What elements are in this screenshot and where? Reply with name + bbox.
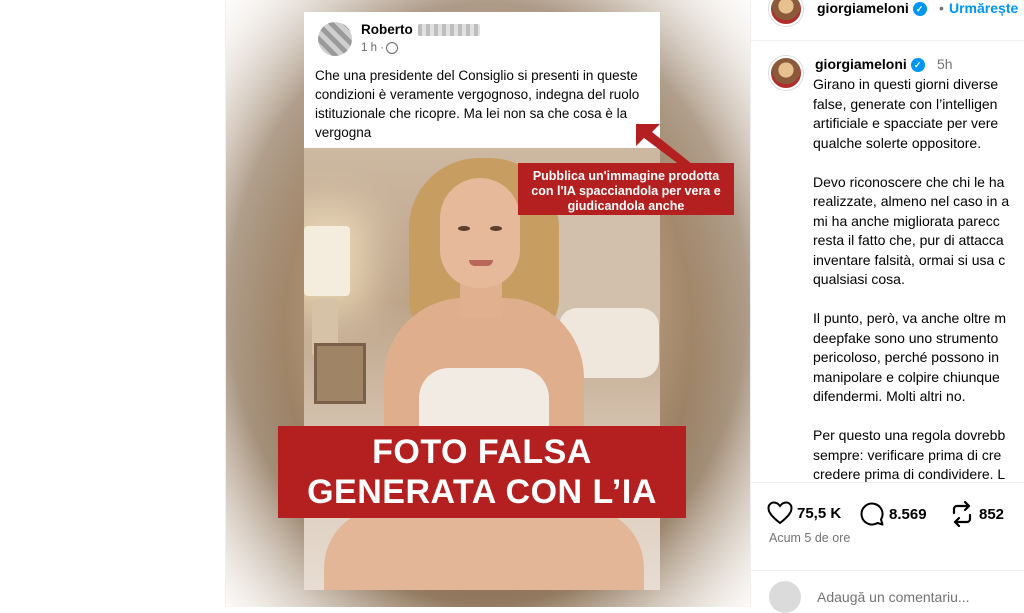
fb-post-text: Che una presidente del Consiglio si pres… (315, 68, 640, 140)
globe-icon (386, 42, 398, 54)
banner-line-1: FOTO FALSA (372, 433, 592, 471)
fb-author-name: Roberto (361, 22, 413, 37)
comment-icon (860, 502, 884, 526)
verified-badge-icon: ✓ (910, 58, 925, 72)
separator-dot: • (939, 0, 944, 16)
caption-text: Girano in questi giorni diverse false, g… (813, 76, 1010, 482)
like-button[interactable]: 75,5 K (767, 501, 841, 525)
post-image[interactable]: Roberto 1 h · Che una presidente del Con… (226, 0, 750, 607)
callout-arrow-icon (636, 124, 692, 168)
blurred-surname (418, 24, 480, 36)
repost-icon (952, 500, 972, 528)
fb-post-time: 1 h · (361, 42, 385, 54)
header-username[interactable]: giorgiameloni ✓ (817, 0, 927, 16)
comment-count: 8.569 (889, 505, 927, 523)
media-pane: Roberto 1 h · Che una presidente del Con… (0, 0, 750, 607)
picture-frame (314, 343, 366, 404)
caption-username[interactable]: giorgiameloni ✓ (815, 56, 925, 72)
avatar[interactable] (769, 0, 803, 26)
comment-input[interactable] (817, 589, 1017, 605)
heart-icon (767, 501, 793, 525)
headline-banner: FOTO FALSA GENERATA CON L’IA (278, 426, 686, 518)
face (440, 178, 520, 288)
like-count: 75,5 K (797, 504, 842, 522)
callout-label: Pubblica un'immagine prodotta con l'IA s… (518, 163, 734, 215)
caption-time: 5h (937, 56, 953, 72)
repost-button[interactable]: 852 (949, 500, 1005, 528)
post-header: giorgiameloni ✓ • Urmărește (751, 0, 1024, 41)
verified-badge-icon: ✓ (912, 2, 927, 16)
post-details-pane: giorgiameloni ✓ • Urmărește giorgiamelon… (750, 0, 1024, 613)
repost-count: 852 (979, 505, 1005, 523)
facebook-post-screenshot: Roberto 1 h · Che una presidente del Con… (304, 12, 660, 148)
current-user-avatar (769, 581, 801, 613)
post-timestamp[interactable]: Acum 5 de ore (769, 531, 850, 545)
background-strip (0, 0, 226, 607)
follow-button[interactable]: Urmărește (949, 0, 1018, 16)
comment-button[interactable]: 8.569 (859, 501, 927, 527)
blurred-avatar (318, 22, 352, 56)
lamp (304, 226, 350, 296)
comment-composer (751, 570, 1024, 613)
banner-line-2: GENERATA CON L’IA (307, 473, 657, 511)
caption-avatar[interactable] (769, 56, 803, 90)
